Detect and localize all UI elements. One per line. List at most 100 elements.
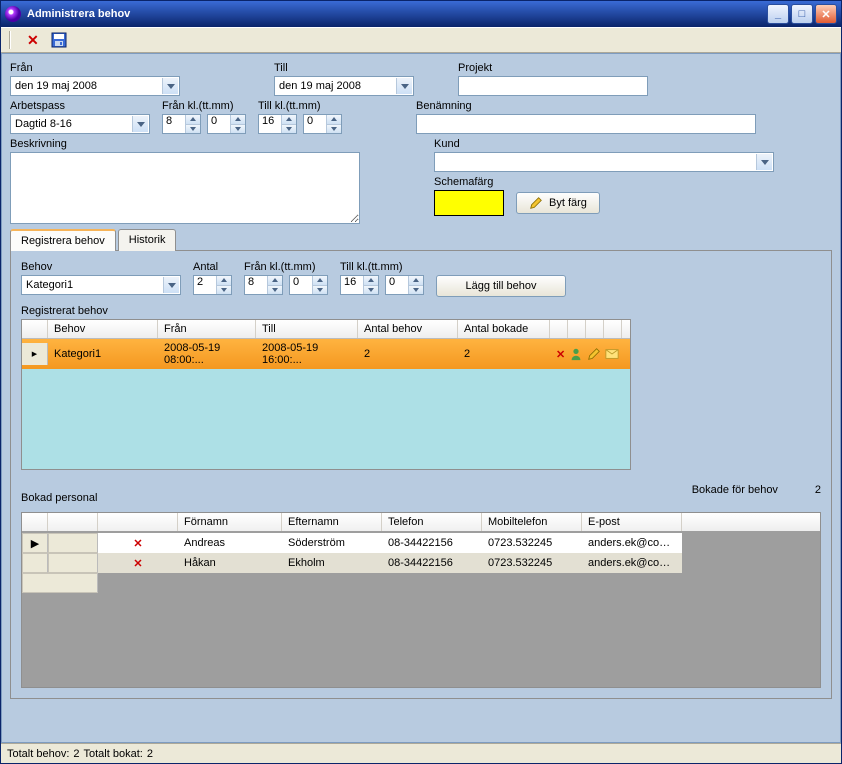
- till-kl-min-stepper[interactable]: 0: [303, 114, 342, 134]
- tab-registrera-behov[interactable]: Registrera behov: [10, 229, 116, 251]
- fran-kl-hour-stepper[interactable]: 8: [162, 114, 201, 134]
- grid-empty-area: [22, 369, 630, 469]
- grid-header: Behov Från Till Antal behov Antal bokade: [22, 320, 630, 339]
- list-item[interactable]: ✕ Håkan Ekholm 08-34422156 0723.532245 a…: [22, 553, 682, 573]
- save-icon[interactable]: [51, 32, 67, 48]
- remove-icon[interactable]: ✕: [98, 537, 178, 550]
- row-selector-icon[interactable]: ▶: [22, 533, 48, 553]
- behov-fran-hour-stepper[interactable]: 8: [244, 275, 283, 295]
- chevron-down-icon[interactable]: [313, 286, 327, 295]
- chevron-up-icon[interactable]: [282, 115, 296, 125]
- arbetspass-select[interactable]: Dagtid 8-16: [10, 114, 150, 134]
- content: Från den 19 maj 2008 Till den 19 maj 200…: [1, 53, 841, 743]
- projekt-label: Projekt: [458, 62, 648, 74]
- chevron-up-icon[interactable]: [186, 115, 200, 125]
- close-button[interactable]: ✕: [815, 4, 837, 24]
- maximize-button[interactable]: □: [791, 4, 813, 24]
- chevron-up-icon[interactable]: [217, 276, 231, 286]
- chevron-down-icon[interactable]: [364, 286, 378, 295]
- behov-label: Behov: [21, 261, 181, 273]
- statusbar: Totalt behov: 2 Totalt bokat: 2: [1, 743, 841, 763]
- col-antal-behov[interactable]: Antal behov: [358, 320, 458, 338]
- chevron-down-icon[interactable]: [756, 154, 772, 170]
- behov-till-min-stepper[interactable]: 0: [385, 275, 424, 295]
- chevron-up-icon[interactable]: [364, 276, 378, 286]
- col-fornamn[interactable]: Förnamn: [178, 513, 282, 531]
- chevron-down-icon[interactable]: [409, 286, 423, 295]
- app-icon: [5, 6, 21, 22]
- chevron-down-icon[interactable]: [268, 286, 282, 295]
- chevron-up-icon[interactable]: [268, 276, 282, 286]
- col-antal-bokade[interactable]: Antal bokade: [458, 320, 550, 338]
- behov-select[interactable]: Kategori1: [21, 275, 181, 295]
- chevron-down-icon[interactable]: [231, 125, 245, 134]
- list-item[interactable]: ▶ ✕ Andreas Söderström 08-34422156 0723.…: [22, 533, 682, 553]
- row-selector-icon[interactable]: [22, 553, 48, 573]
- bokade-count: 2: [781, 484, 821, 496]
- antal-stepper[interactable]: 2: [193, 275, 232, 295]
- chevron-down-icon[interactable]: [162, 78, 178, 94]
- chevron-down-icon[interactable]: [396, 78, 412, 94]
- tab-historik[interactable]: Historik: [118, 229, 177, 251]
- antal-label: Antal: [193, 261, 232, 273]
- behov-till-hour-stepper[interactable]: 16: [340, 275, 379, 295]
- chevron-down-icon[interactable]: [132, 116, 148, 132]
- totalt-bokat-value: 2: [147, 748, 153, 760]
- totalt-behov-label: Totalt behov:: [7, 748, 69, 760]
- col-behov[interactable]: Behov: [48, 320, 158, 338]
- benamning-label: Benämning: [416, 100, 756, 112]
- table-row[interactable]: Kategori1 2008-05-19 08:00:... 2008-05-1…: [22, 339, 630, 369]
- fran-datepicker[interactable]: den 19 maj 2008: [10, 76, 180, 96]
- behov-fran-kl-label: Från kl.(tt.mm): [244, 261, 328, 273]
- bokad-personal-label: Bokad personal: [21, 492, 97, 504]
- window-title: Administrera behov: [27, 8, 130, 20]
- col-epost[interactable]: E-post: [582, 513, 682, 531]
- col-fran[interactable]: Från: [158, 320, 256, 338]
- till-datepicker[interactable]: den 19 maj 2008: [274, 76, 414, 96]
- toolbar-separator: [9, 31, 11, 49]
- chevron-up-icon[interactable]: [231, 115, 245, 125]
- byt-farg-button[interactable]: Byt färg: [516, 192, 600, 214]
- personal-header: Förnamn Efternamn Telefon Mobiltelefon E…: [22, 513, 820, 531]
- minimize-button[interactable]: _: [767, 4, 789, 24]
- window-root: Administrera behov _ □ ✕ ✕ Från den 19 m…: [0, 0, 842, 764]
- schemafarg-label: Schemafärg: [434, 176, 832, 188]
- col-till[interactable]: Till: [256, 320, 358, 338]
- totalt-behov-value: 2: [73, 748, 79, 760]
- chevron-up-icon[interactable]: [313, 276, 327, 286]
- till-kl-hour-stepper[interactable]: 16: [258, 114, 297, 134]
- col-mobil[interactable]: Mobiltelefon: [482, 513, 582, 531]
- delete-icon[interactable]: ✕: [556, 348, 565, 361]
- projekt-input[interactable]: [458, 76, 648, 96]
- totalt-bokat-label: Totalt bokat:: [84, 748, 143, 760]
- behov-till-kl-label: Till kl.(tt.mm): [340, 261, 424, 273]
- titlebar: Administrera behov _ □ ✕: [1, 1, 841, 27]
- chevron-down-icon[interactable]: [217, 286, 231, 295]
- chevron-up-icon[interactable]: [409, 276, 423, 286]
- chevron-up-icon[interactable]: [327, 115, 341, 125]
- remove-icon[interactable]: ✕: [98, 557, 178, 570]
- kund-select[interactable]: [434, 152, 774, 172]
- pencil-icon[interactable]: [587, 347, 601, 361]
- color-swatch: [434, 190, 504, 216]
- chevron-down-icon[interactable]: [163, 277, 179, 293]
- person-icon[interactable]: [569, 347, 583, 361]
- fran-kl-min-stepper[interactable]: 0: [207, 114, 246, 134]
- envelope-icon[interactable]: [605, 347, 619, 361]
- delete-icon[interactable]: ✕: [23, 32, 43, 49]
- benamning-input[interactable]: [416, 114, 756, 134]
- chevron-down-icon[interactable]: [282, 125, 296, 134]
- chevron-down-icon[interactable]: [327, 125, 341, 134]
- col-efternamn[interactable]: Efternamn: [282, 513, 382, 531]
- personal-grid: Förnamn Efternamn Telefon Mobiltelefon E…: [21, 512, 821, 688]
- chevron-down-icon[interactable]: [186, 125, 200, 134]
- registrerat-behov-label: Registrerat behov: [21, 305, 821, 317]
- beskrivning-textarea[interactable]: [10, 152, 360, 224]
- lagg-till-behov-button[interactable]: Lägg till behov: [436, 275, 566, 297]
- row-selector-icon[interactable]: [22, 343, 48, 365]
- tab-panel: Behov Kategori1 Antal 2 Från kl.(tt.mm) …: [10, 250, 832, 699]
- behov-fran-min-stepper[interactable]: 0: [289, 275, 328, 295]
- arbetspass-label: Arbetspass: [10, 100, 150, 112]
- toolbar: ✕: [1, 27, 841, 53]
- col-telefon[interactable]: Telefon: [382, 513, 482, 531]
